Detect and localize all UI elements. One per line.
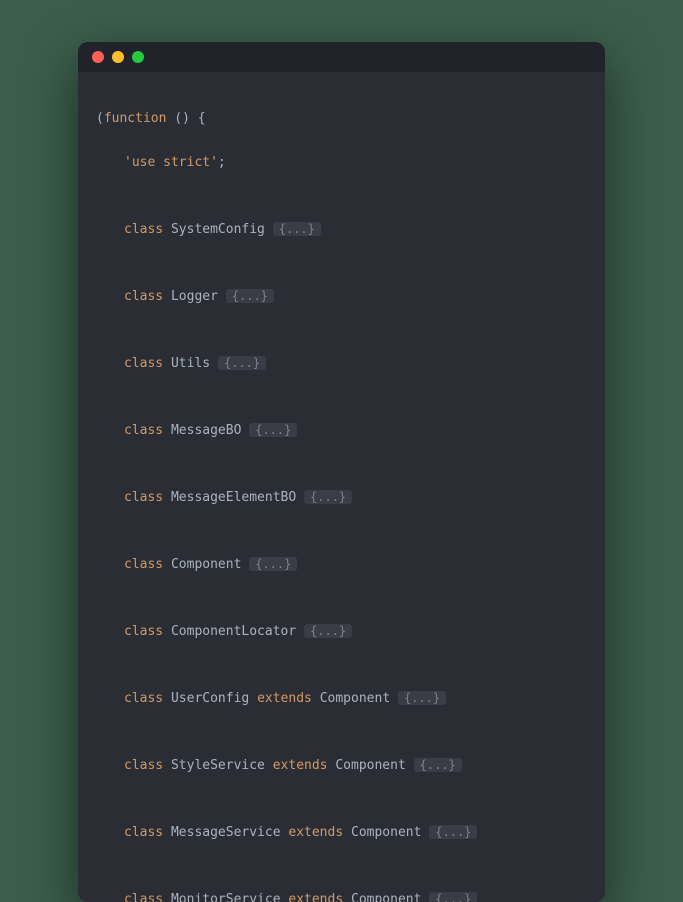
class-name: StyleService	[171, 758, 265, 773]
class-name: Logger	[171, 289, 218, 304]
code-line: class UserConfig extends Component {...}	[96, 687, 587, 710]
code-line: class Logger {...}	[96, 285, 587, 308]
keyword-extends: extends	[288, 825, 343, 840]
keyword-class: class	[124, 356, 163, 371]
class-name: MessageService	[171, 825, 281, 840]
code-line: class MessageService extends Component {…	[96, 821, 587, 844]
fold-icon[interactable]: {...}	[249, 557, 297, 571]
titlebar	[78, 42, 605, 72]
keyword-class: class	[124, 624, 163, 639]
class-name: MessageBO	[171, 423, 241, 438]
code-line: class SystemConfig {...}	[96, 218, 587, 241]
class-name: Component	[171, 557, 241, 572]
class-name: SystemConfig	[171, 222, 265, 237]
fold-icon[interactable]: {...}	[249, 423, 297, 437]
close-icon[interactable]	[92, 51, 104, 63]
fold-icon[interactable]: {...}	[429, 892, 477, 902]
keyword-class: class	[124, 222, 163, 237]
class-name: Component	[335, 758, 405, 773]
code-line: class Component {...}	[96, 553, 587, 576]
keyword-function: function	[104, 111, 167, 126]
keyword-class: class	[124, 825, 163, 840]
code-window: (function () { 'use strict'; class Syste…	[78, 42, 605, 902]
punct: ;	[218, 155, 226, 170]
minimize-icon[interactable]	[112, 51, 124, 63]
code-line: class ComponentLocator {...}	[96, 620, 587, 643]
fold-icon[interactable]: {...}	[398, 691, 446, 705]
punct: () {	[166, 111, 205, 126]
keyword-class: class	[124, 289, 163, 304]
keyword-class: class	[124, 691, 163, 706]
fold-icon[interactable]: {...}	[226, 289, 274, 303]
keyword-class: class	[124, 423, 163, 438]
fold-icon[interactable]: {...}	[414, 758, 462, 772]
code-line: class MonitorService extends Component {…	[96, 888, 587, 902]
maximize-icon[interactable]	[132, 51, 144, 63]
class-name: UserConfig	[171, 691, 249, 706]
code-line: class Utils {...}	[96, 352, 587, 375]
class-name: ComponentLocator	[171, 624, 296, 639]
code-line: 'use strict';	[96, 152, 587, 174]
class-name: Component	[320, 691, 390, 706]
code-line: class MessageElementBO {...}	[96, 486, 587, 509]
fold-icon[interactable]: {...}	[273, 222, 321, 236]
class-name: MessageElementBO	[171, 490, 296, 505]
keyword-extends: extends	[257, 691, 312, 706]
keyword-extends: extends	[273, 758, 328, 773]
code-line: class StyleService extends Component {..…	[96, 754, 587, 777]
code-line: (function () {	[96, 108, 587, 130]
class-name: Component	[351, 892, 421, 902]
keyword-class: class	[124, 758, 163, 773]
punct: (	[96, 111, 104, 126]
code-area: (function () { 'use strict'; class Syste…	[78, 72, 605, 902]
code-line: class MessageBO {...}	[96, 419, 587, 442]
keyword-class: class	[124, 490, 163, 505]
class-name: Utils	[171, 356, 210, 371]
keyword-class: class	[124, 557, 163, 572]
class-name: Component	[351, 825, 421, 840]
keyword-class: class	[124, 892, 163, 902]
fold-icon[interactable]: {...}	[429, 825, 477, 839]
fold-icon[interactable]: {...}	[304, 490, 352, 504]
fold-icon[interactable]: {...}	[304, 624, 352, 638]
class-name: MonitorService	[171, 892, 281, 902]
keyword-extends: extends	[288, 892, 343, 902]
fold-icon[interactable]: {...}	[218, 356, 266, 370]
string-literal: 'use strict'	[124, 155, 218, 170]
